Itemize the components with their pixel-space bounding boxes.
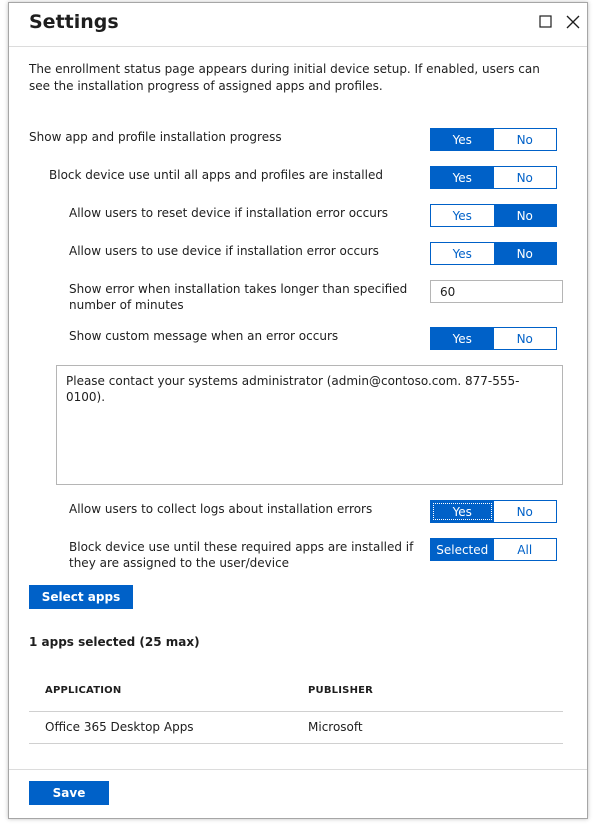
show-progress-yes-option[interactable]: Yes — [431, 129, 494, 150]
required-apps-toggle: Selected All — [430, 538, 557, 561]
required-apps-label: Block device use until these required ap… — [69, 540, 414, 570]
blade-title: Settings — [29, 11, 119, 33]
allow-use-no-option[interactable]: No — [493, 243, 556, 264]
custom-message-toggle: Yes No — [430, 327, 557, 350]
collect-logs-toggle: Yes No — [430, 500, 557, 523]
block-until-installed-no-option[interactable]: No — [493, 167, 556, 188]
select-apps-button[interactable]: Select apps — [29, 585, 133, 609]
save-button[interactable]: Save — [29, 781, 109, 805]
apps-selected-count: 1 apps selected (25 max) — [29, 635, 200, 649]
table-header-divider — [29, 711, 563, 712]
column-header-application[interactable]: APPLICATION — [45, 685, 121, 696]
allow-use-label: Allow users to use device if installatio… — [69, 244, 379, 258]
timeout-minutes-input[interactable]: 60 — [430, 280, 563, 303]
header-divider — [9, 46, 587, 47]
collect-logs-yes-option[interactable]: Yes — [431, 501, 494, 522]
cell-publisher: Microsoft — [308, 720, 363, 734]
custom-message-label: Show custom message when an error occurs — [69, 329, 339, 343]
block-until-installed-yes-option[interactable]: Yes — [431, 167, 494, 188]
cell-application: Office 365 Desktop Apps — [45, 720, 194, 734]
maximize-icon — [539, 15, 552, 28]
allow-reset-label: Allow users to reset device if installat… — [69, 206, 389, 220]
allow-reset-yes-option[interactable]: Yes — [431, 205, 494, 226]
custom-message-yes-option[interactable]: Yes — [431, 328, 494, 349]
show-progress-no-option[interactable]: No — [493, 129, 556, 150]
settings-blade: Settings The enrollment status page appe… — [8, 2, 588, 819]
close-icon — [566, 15, 580, 29]
show-progress-label: Show app and profile installation progre… — [29, 130, 282, 144]
block-until-installed-label: Block device use until all apps and prof… — [49, 168, 383, 182]
description-text: The enrollment status page appears durin… — [29, 62, 540, 93]
collect-logs-no-option[interactable]: No — [493, 501, 556, 522]
required-apps-selected-option[interactable]: Selected — [431, 539, 494, 560]
custom-message-no-option[interactable]: No — [493, 328, 556, 349]
allow-reset-no-option[interactable]: No — [493, 205, 556, 226]
footer-divider — [9, 769, 587, 770]
required-apps-all-option[interactable]: All — [493, 539, 556, 560]
allow-use-toggle: Yes No — [430, 242, 557, 265]
column-header-publisher[interactable]: PUBLISHER — [308, 685, 373, 696]
custom-message-textarea[interactable]: Please contact your systems administrato… — [56, 365, 563, 485]
timeout-label: Show error when installation takes longe… — [69, 282, 408, 312]
close-button[interactable] — [562, 11, 584, 33]
table-row-divider — [29, 743, 563, 744]
block-until-installed-toggle: Yes No — [430, 166, 557, 189]
maximize-button[interactable] — [535, 11, 557, 33]
collect-logs-label: Allow users to collect logs about instal… — [69, 502, 373, 516]
show-progress-toggle: Yes No — [430, 128, 557, 151]
allow-reset-toggle: Yes No — [430, 204, 557, 227]
allow-use-yes-option[interactable]: Yes — [431, 243, 494, 264]
